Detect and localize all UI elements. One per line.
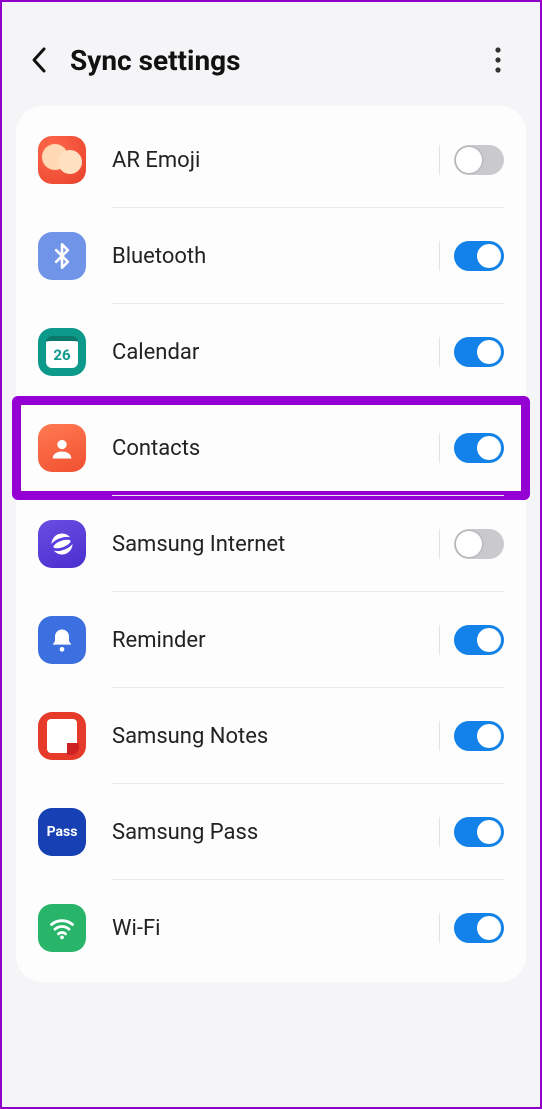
- sync-item-label: Wi-Fi: [112, 916, 429, 941]
- divider-vertical: [439, 529, 440, 559]
- reminder-icon: [38, 616, 86, 664]
- sync-item-label: Contacts: [112, 436, 429, 461]
- toggle-wifi[interactable]: [454, 913, 504, 943]
- samsung-pass-icon: Pass: [38, 808, 86, 856]
- calendar-day-number: 26: [46, 336, 78, 368]
- calendar-icon: 26: [38, 328, 86, 376]
- header-bar: Sync settings: [16, 20, 526, 106]
- toggle-contacts[interactable]: [454, 433, 504, 463]
- list-item: Samsung Notes: [16, 688, 526, 784]
- more-options-button[interactable]: [480, 42, 516, 78]
- divider-vertical: [439, 625, 440, 655]
- wifi-icon: [38, 904, 86, 952]
- divider-vertical: [439, 913, 440, 943]
- list-item: Bluetooth: [16, 208, 526, 304]
- ar-emoji-icon: [38, 136, 86, 184]
- sync-item-label: Samsung Internet: [112, 532, 429, 557]
- toggle-calendar[interactable]: [454, 337, 504, 367]
- list-item: Pass Samsung Pass: [16, 784, 526, 880]
- list-item: Wi-Fi: [16, 880, 526, 976]
- back-button[interactable]: [22, 42, 58, 78]
- toggle-bluetooth[interactable]: [454, 241, 504, 271]
- samsung-internet-icon: [38, 520, 86, 568]
- sync-item-label: Samsung Notes: [112, 724, 429, 749]
- list-item: Samsung Internet: [16, 496, 526, 592]
- settings-screen: Sync settings AR Emoji: [2, 2, 540, 1107]
- toggle-samsung-internet[interactable]: [454, 529, 504, 559]
- divider-vertical: [439, 721, 440, 751]
- sync-item-label: Bluetooth: [112, 244, 429, 269]
- sync-item-samsung-pass[interactable]: Pass Samsung Pass: [16, 784, 526, 880]
- divider-vertical: [439, 337, 440, 367]
- samsung-notes-icon: [38, 712, 86, 760]
- divider-vertical: [439, 241, 440, 271]
- sync-item-label: Samsung Pass: [112, 820, 429, 845]
- sync-item-label: Reminder: [112, 628, 429, 653]
- sync-item-ar-emoji[interactable]: AR Emoji: [16, 112, 526, 208]
- sync-item-calendar[interactable]: 26 Calendar: [16, 304, 526, 400]
- toggle-samsung-pass[interactable]: [454, 817, 504, 847]
- sync-item-label: Calendar: [112, 340, 429, 365]
- sync-item-samsung-notes[interactable]: Samsung Notes: [16, 688, 526, 784]
- pass-icon-text: Pass: [47, 824, 78, 840]
- divider-vertical: [439, 817, 440, 847]
- toggle-reminder[interactable]: [454, 625, 504, 655]
- sync-item-bluetooth[interactable]: Bluetooth: [16, 208, 526, 304]
- contacts-icon: [38, 424, 86, 472]
- toggle-ar-emoji[interactable]: [454, 145, 504, 175]
- sync-item-reminder[interactable]: Reminder: [16, 592, 526, 688]
- sync-item-samsung-internet[interactable]: Samsung Internet: [16, 496, 526, 592]
- sync-item-wifi[interactable]: Wi-Fi: [16, 880, 526, 976]
- more-vertical-icon: [495, 47, 501, 73]
- divider: [112, 495, 504, 496]
- list-item: AR Emoji: [16, 112, 526, 208]
- divider-vertical: [439, 433, 440, 463]
- sync-item-label: AR Emoji: [112, 148, 429, 173]
- page-title: Sync settings: [70, 44, 480, 77]
- bluetooth-icon: [38, 232, 86, 280]
- sync-list-card: AR Emoji Bluetooth 26: [16, 106, 526, 982]
- chevron-left-icon: [30, 46, 50, 74]
- divider-vertical: [439, 145, 440, 175]
- list-item: Reminder: [16, 592, 526, 688]
- toggle-samsung-notes[interactable]: [454, 721, 504, 751]
- list-item: 26 Calendar: [16, 304, 526, 400]
- list-item: Contacts: [16, 400, 526, 496]
- sync-item-contacts[interactable]: Contacts: [16, 400, 526, 496]
